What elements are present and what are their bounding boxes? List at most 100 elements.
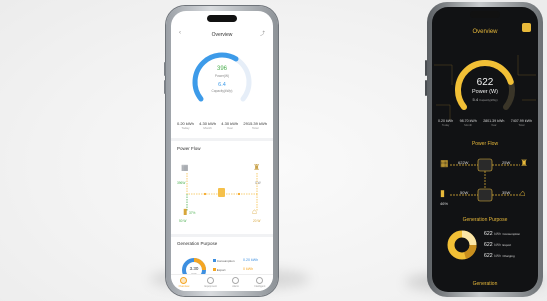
battery-power-text: 50W [460, 190, 469, 195]
volume-down-button [164, 80, 166, 94]
stat-label: Month [203, 126, 212, 130]
grid-power-text: 25W [502, 160, 511, 165]
capacity-value: 6.4 [218, 82, 226, 88]
generation-footer-title: Generation [472, 281, 498, 287]
battery-percent-text: 37% [189, 211, 196, 215]
legend-swatch [213, 268, 216, 271]
legend-label: Consumption [216, 259, 235, 263]
stat-label: Today [181, 126, 190, 130]
stat-today: 0.20 kWh Today [438, 119, 453, 127]
grid-tower-icon: ♜ [520, 158, 529, 168]
row-unit: kWh [494, 232, 501, 236]
power-value: 622 [476, 77, 494, 88]
battery-icon: ▮ [183, 207, 188, 216]
home-power-text: 20 W [253, 219, 261, 223]
share-icon[interactable]: ⤴ [260, 30, 265, 37]
dynamic-island [470, 11, 500, 18]
power-flow-diagram: ▦ ♜ ▮ ⌂ 622W 25W 46% 50W 35W [438, 155, 532, 210]
capacity-value: 5.4 [472, 97, 479, 102]
generation-purpose-title: Generation Purpose [462, 217, 508, 223]
generation-donut [446, 229, 478, 261]
legend-consumption: Consumption [213, 259, 235, 263]
section-divider [171, 138, 273, 141]
stat-total: 7407.99 kWh Total [511, 119, 532, 127]
intelligent-icon [256, 277, 264, 284]
home-icon: ⌂ [252, 207, 257, 216]
gauge-ring [455, 60, 515, 110]
battery-percent-text: 46% [440, 201, 449, 206]
stat-label: Total [518, 123, 525, 127]
pv-power-text: 622W [458, 160, 469, 165]
energy-stats: 0.20 kWh Today 98.70 kWh Month 2801.39 kWh… [438, 119, 532, 127]
row-name: Charging [502, 254, 515, 258]
power-flow-diagram: ▦ ♜ ▮ ⌂ 396W 0 W 37% 50 W 20 W [175, 159, 269, 229]
charging-row: 622 kWh Charging [484, 253, 515, 259]
stat-label: Month [464, 123, 473, 127]
donut-value: 3.30 [189, 266, 199, 271]
solar-panel-icon: ▦ [181, 163, 189, 172]
power-gauge: 622 Power (W) 5.4 Capacity(kWp) [452, 55, 518, 121]
row-name: Export [502, 243, 512, 247]
battery-icon: ▮ [440, 188, 445, 198]
nav-overview[interactable]: Overview [179, 277, 189, 288]
stat-month: 4.30 kWh Month [199, 121, 216, 130]
bottom-nav: Overview Equipment Alarm Intelligent [171, 274, 273, 291]
section-divider [171, 234, 273, 237]
capacity-label: Capacity(kWp) [479, 98, 498, 102]
battery-power-text: 50 W [179, 219, 187, 223]
legend-export-value: 0 kWh [243, 267, 254, 271]
stat-label: Year [490, 123, 497, 127]
light-phone-mockup: ‹ Overview ⤴ 396 Power(W) 6.4 Capacity(k… [164, 6, 278, 296]
power-flow-title: Power Flow [177, 146, 201, 151]
consumption-row: 622 kWh Consumption [484, 231, 520, 237]
capacity-label: Capacity(kWp) [211, 89, 233, 93]
dynamic-island [207, 15, 237, 22]
power-gauge: 396 Power(W) 6.4 Capacity(kWp) [189, 47, 255, 113]
export-row: 622 kWh Export [484, 242, 511, 248]
power-label: Power (W) [472, 89, 498, 95]
grid-tower-icon: ♜ [253, 163, 261, 172]
flow-lines [450, 158, 520, 202]
home-power-text: 35W [502, 190, 511, 195]
stat-label: Today [441, 123, 450, 127]
row-name: Consumption [502, 232, 521, 236]
stat-label: Year [226, 126, 233, 130]
power-flow-title: Power Flow [471, 141, 499, 147]
row-value: 622 [484, 242, 493, 248]
volume-down-button [425, 80, 427, 96]
solar-panel-icon: ▦ [440, 158, 449, 168]
row-unit: kWh [494, 243, 501, 247]
device-settings-icon[interactable] [522, 23, 531, 32]
energy-stats: 0.20 kWh Today 4.30 kWh Month 4.30 kWh Year… [177, 121, 267, 130]
legend-export: Export [213, 268, 226, 272]
stat-total: 2915.39 kWh Total [243, 121, 267, 130]
nav-alarm[interactable]: Alarm [232, 277, 240, 288]
gauge-ring [192, 52, 252, 102]
alarm-icon [232, 277, 240, 284]
nav-label: Equipment [204, 285, 217, 288]
capacity-row: 5.4 Capacity(kWp) [452, 97, 518, 102]
inverter-icon [218, 188, 225, 197]
dark-app-screen: Overview 622 Power (W) 5.4 Capacity(kWp)… [432, 7, 538, 292]
equipment-icon [207, 277, 215, 284]
stat-year: 2801.39 kWh Year [483, 119, 504, 127]
nav-intelligent[interactable]: Intelligent [254, 277, 265, 288]
overview-icon [180, 277, 188, 284]
nav-label: Intelligent [254, 285, 266, 288]
grid-power-text: 0 W [255, 181, 261, 185]
generation-purpose-title: Generation Purpose [177, 241, 218, 246]
power-label: Power(W) [214, 74, 230, 78]
legend-consumption-value: 0.20 kWh [243, 258, 259, 262]
nav-equipment[interactable]: Equipment [205, 277, 217, 288]
power-value: 396 [216, 66, 227, 72]
donut-chart [447, 230, 477, 260]
volume-up-button [425, 60, 427, 76]
stat-month: 98.70 kWh Month [460, 119, 477, 127]
row-unit: kWh [494, 254, 501, 258]
dark-phone-mockup: Overview 622 Power (W) 5.4 Capacity(kWp)… [425, 2, 543, 297]
stat-label: Total [252, 126, 259, 130]
light-app-screen: ‹ Overview ⤴ 396 Power(W) 6.4 Capacity(k… [171, 11, 273, 291]
nav-label: Alarm [232, 285, 239, 288]
volume-up-button [164, 62, 166, 76]
row-value: 622 [484, 231, 493, 237]
